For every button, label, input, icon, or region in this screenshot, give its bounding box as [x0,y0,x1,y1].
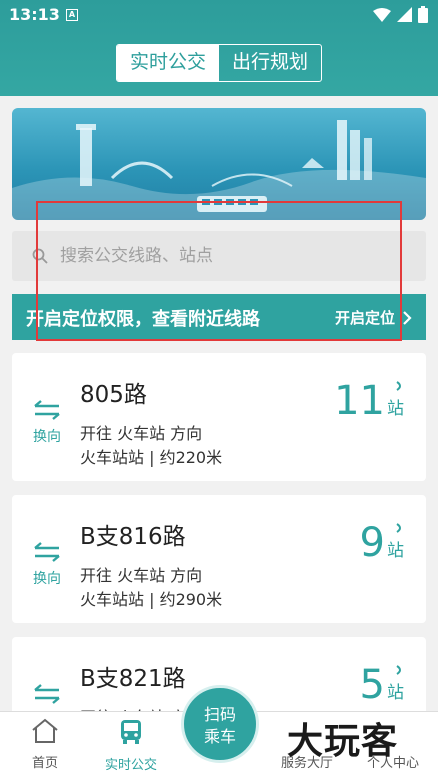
watermark-logo: 大玩客 [287,721,399,762]
tab-realtime[interactable]: 实时公交 [86,718,176,773]
tab-home-label: 首页 [31,756,58,771]
home-icon [32,718,58,743]
swap-direction-button[interactable]: 换向 [32,542,62,588]
battery-icon [418,6,428,23]
search-input[interactable] [60,231,410,281]
stops-count: 5 [359,662,385,708]
tab-realtime-bus[interactable]: 实时公交 [117,45,219,81]
stops-unit: 站 [387,541,404,561]
notification-icon: A [66,9,78,21]
chevron-right-icon [403,310,412,325]
stops-count: 9 [359,520,385,566]
route-station-distance: 火车站站 | 约220米 [80,448,223,467]
route-direction: 开往 火车站 方向 [80,566,203,585]
route-direction: 开往 火车站 方向 [80,424,203,443]
route-name: B支821路 [80,666,186,692]
scan-label-line2: 乘车 [203,727,236,746]
stops-away: 11 站 [334,379,404,423]
signal-icon [397,7,412,22]
status-time: 13:13 [9,5,60,24]
tab-home[interactable]: 首页 [0,718,90,771]
location-permission-bar[interactable]: 开启定位权限，查看附近线路 开启定位 [12,294,426,340]
swap-arrows-icon [34,400,60,420]
stops-unit: 站 [387,399,404,419]
swap-direction-button[interactable]: 换向 [32,400,62,446]
bus-icon [121,720,141,744]
route-card[interactable]: 换向 805路 开往 火车站 方向 火车站站 | 约220米 11 站 [12,353,426,481]
swap-arrows-icon [34,684,60,704]
status-bar: 13:13 A [0,0,438,32]
realtime-signal-icon [396,523,401,533]
route-name: B支816路 [80,524,186,550]
route-name: 805路 [80,382,147,408]
top-header: 13:13 A 实时公交 出行规划 [0,0,438,96]
realtime-signal-icon [396,665,401,675]
tab-realtime-label: 实时公交 [104,758,157,773]
swap-label: 换向 [33,571,61,587]
enable-location-button[interactable]: 开启定位 [335,307,412,328]
system-icons [373,6,428,23]
enable-location-label: 开启定位 [334,309,395,327]
city-skyline-banner[interactable] [12,108,426,220]
scan-to-ride-button[interactable]: 扫码 乘车 [181,685,259,763]
scan-label-line1: 扫码 [203,705,236,724]
tab-trip-planning[interactable]: 出行规划 [219,45,321,81]
realtime-signal-icon [396,381,401,391]
route-card[interactable]: 换向 B支816路 开往 火车站 方向 火车站站 | 约290米 9 站 [12,495,426,623]
location-permission-message: 开启定位权限，查看附近线路 [26,309,260,330]
route-station-distance: 火车站站 | 约290米 [80,590,223,609]
swap-label: 换向 [33,429,61,445]
swap-arrows-icon [34,542,60,562]
stops-count: 11 [334,378,385,424]
mode-segment-control: 实时公交 出行规划 [116,44,322,82]
wifi-icon [373,7,391,22]
stops-unit: 站 [387,683,404,703]
search-icon [32,248,48,264]
skyline-illustration [12,120,426,220]
search-box[interactable] [12,231,426,281]
